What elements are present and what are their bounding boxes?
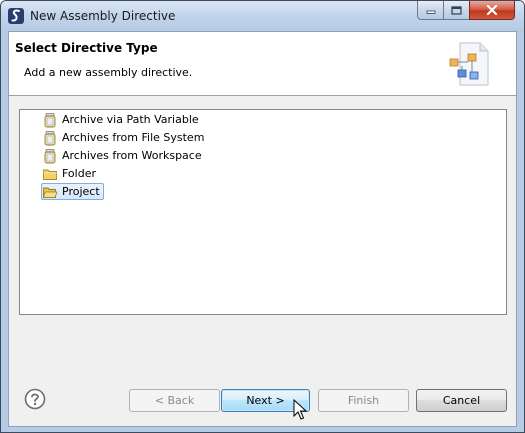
tree-item-archives-workspace[interactable]: Archives from Workspace — [42, 148, 205, 164]
tree-item-project[interactable]: Project — [41, 183, 104, 200]
tree-item-label: Archives from Workspace — [62, 149, 202, 162]
window-title: New Assembly Directive — [30, 9, 176, 23]
maximize-button[interactable] — [443, 1, 470, 20]
mouse-pointer-icon — [293, 399, 308, 420]
cancel-button[interactable]: Cancel — [416, 389, 507, 412]
minimize-button[interactable] — [417, 1, 444, 20]
dialog-window: New Assembly Directive Select Directive … — [0, 0, 525, 433]
close-button[interactable] — [469, 1, 515, 20]
back-button[interactable]: < Back — [129, 389, 220, 412]
maximize-icon — [451, 5, 462, 15]
wizard-footer: < Back Next > Finish Cancel — [8, 369, 517, 427]
archive-jar-icon — [44, 113, 56, 128]
app-logo-icon — [8, 8, 24, 24]
archive-jar-icon — [44, 131, 56, 146]
tree-item-folder[interactable]: Folder — [42, 166, 99, 182]
finish-button[interactable]: Finish — [318, 389, 409, 412]
folder-icon — [43, 169, 57, 180]
page-description: Add a new assembly directive. — [24, 66, 193, 79]
tree-item-label: Folder — [62, 167, 96, 180]
wizard-header: Select Directive Type Add a new assembly… — [8, 31, 517, 95]
title-bar[interactable]: New Assembly Directive — [1, 1, 524, 31]
project-folder-icon — [42, 187, 58, 198]
minimize-icon — [426, 10, 435, 14]
tree-item-label: Project — [62, 185, 100, 198]
tree-item-archives-file-system[interactable]: Archives from File System — [42, 130, 207, 146]
tree-item-archive-path-variable[interactable]: Archive via Path Variable — [42, 112, 202, 128]
tree-item-label: Archive via Path Variable — [62, 113, 199, 126]
directive-type-tree[interactable]: Archive via Path Variable Archives from … — [19, 109, 507, 315]
wizard-content: Archive via Path Variable Archives from … — [8, 95, 517, 369]
page-title: Select Directive Type — [15, 41, 158, 55]
assembly-wizard-icon — [449, 42, 489, 86]
tree-item-label: Archives from File System — [62, 131, 205, 144]
help-icon[interactable] — [24, 388, 46, 410]
archive-jar-icon — [44, 149, 56, 164]
close-icon — [486, 5, 498, 15]
